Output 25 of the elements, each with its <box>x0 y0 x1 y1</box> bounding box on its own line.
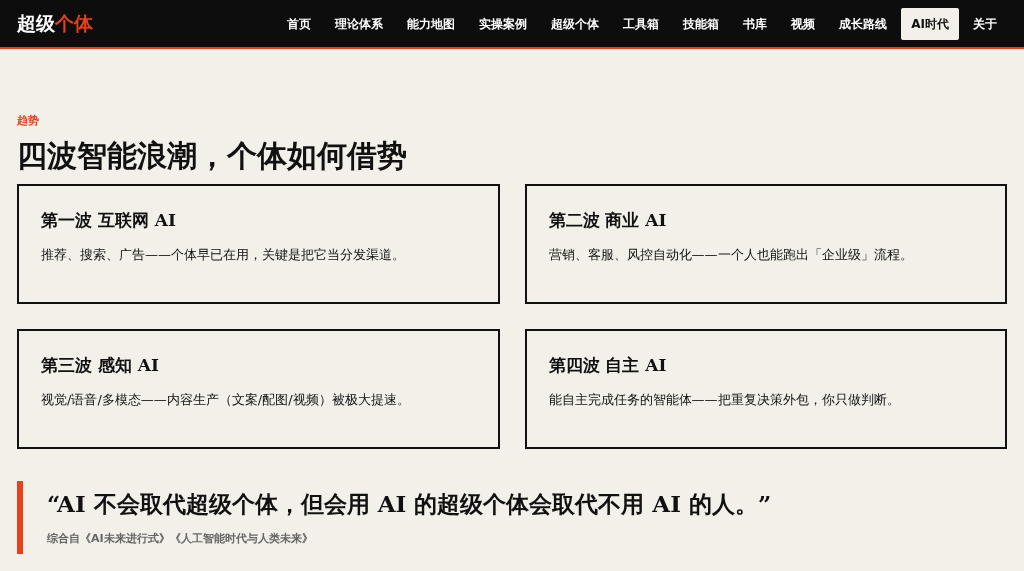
nav-link[interactable]: 能力地图 <box>397 7 466 40</box>
nav-link[interactable]: 首页 <box>277 7 322 40</box>
card-text: 营销、客服、风控自动化——一个人也能跑出「企业级」流程。 <box>548 246 914 264</box>
nav-link[interactable]: 工具箱 <box>613 7 670 40</box>
card-title: 第一波 互联网 AI <box>41 208 177 232</box>
quote-text: “AI 不会取代超级个体，但会用 AI 的超级个体会取代不用 AI 的人。” <box>47 488 773 519</box>
section-eyebrow: 趋势 <box>17 113 40 129</box>
card-text: 推荐、搜索、广告——个体早已在用，关键是把它当分发渠道。 <box>41 246 406 264</box>
section-title: 四波智能浪潮，个体如何借势 <box>17 137 408 174</box>
site-logo[interactable]: 超级个体 <box>17 9 93 38</box>
nav-link[interactable]: 成长路线 <box>829 7 898 40</box>
nav-link[interactable]: 实操案例 <box>469 7 538 40</box>
card-title: 第四波 自主 AI <box>548 353 668 377</box>
quote-source: 综合自《AI未来进行式》《人工智能时代与人类未来》 <box>47 531 314 547</box>
nav-link[interactable]: 关于 <box>963 7 1007 40</box>
nav-link[interactable]: 书库 <box>733 7 778 40</box>
nav-link[interactable]: 理论体系 <box>325 7 394 40</box>
card-title: 第三波 感知 AI <box>41 353 160 377</box>
card-title: 第二波 商业 AI <box>548 208 668 232</box>
nav-link[interactable]: AI时代 <box>901 7 959 40</box>
nav-link[interactable]: 超级个体 <box>541 7 610 40</box>
nav-link[interactable]: 视频 <box>781 7 826 40</box>
card-text: 视觉/语音/多模态——内容生产（文案/配图/视频）被极大提速。 <box>41 391 411 409</box>
card-text: 能自主完成任务的智能体——把重复决策外包，你只做判断。 <box>548 391 901 409</box>
nav-link[interactable]: 技能箱 <box>673 7 730 40</box>
